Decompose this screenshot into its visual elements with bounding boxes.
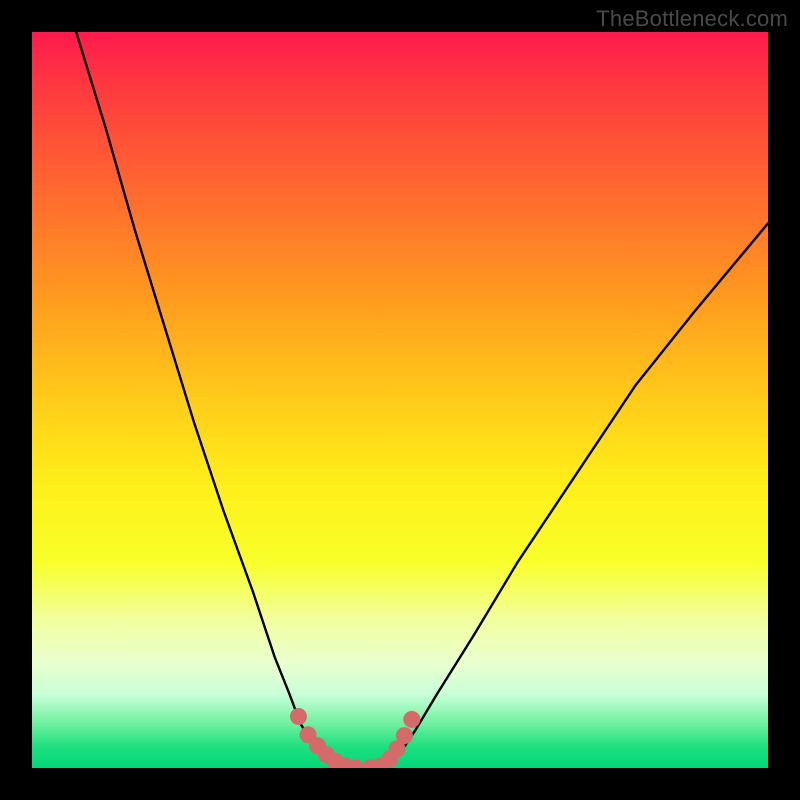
watermark-text: TheBottleneck.com xyxy=(596,6,788,32)
highlight-dot xyxy=(396,727,413,744)
highlight-markers xyxy=(290,708,420,768)
highlight-dot xyxy=(290,708,307,725)
plot-area xyxy=(32,32,768,768)
curve-right-branch xyxy=(385,223,768,768)
highlight-dot xyxy=(403,711,420,728)
chart-svg xyxy=(32,32,768,768)
outer-frame: TheBottleneck.com xyxy=(0,0,800,800)
curve-left-branch xyxy=(76,32,341,768)
